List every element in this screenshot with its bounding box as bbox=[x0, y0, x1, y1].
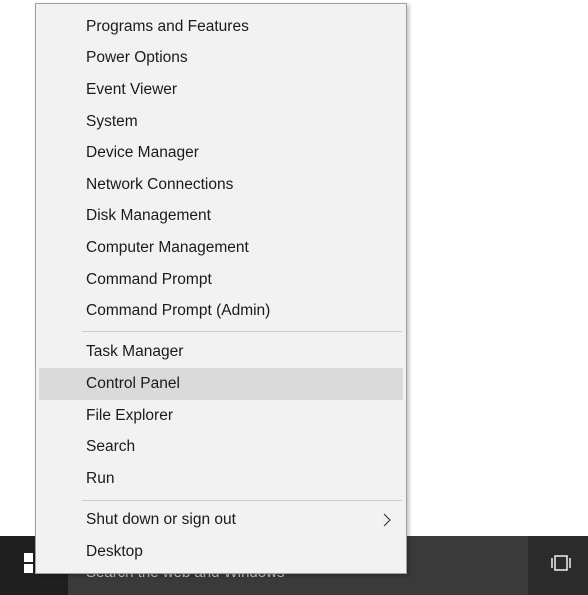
menu-item-label: System bbox=[86, 112, 138, 130]
menu-item-label: Command Prompt (Admin) bbox=[86, 302, 271, 320]
power-user-menu: Programs and Features Power Options Even… bbox=[35, 3, 407, 574]
menu-item-label: Device Manager bbox=[86, 144, 199, 162]
menu-item-shut-down-or-sign-out[interactable]: Shut down or sign out bbox=[39, 505, 403, 537]
menu-separator bbox=[82, 499, 402, 501]
menu-item-label: Search bbox=[86, 438, 136, 456]
menu-item-label: Task Manager bbox=[86, 343, 184, 361]
menu-item-command-prompt[interactable]: Command Prompt bbox=[39, 264, 403, 296]
menu-item-label: Control Panel bbox=[86, 374, 180, 392]
menu-item-task-manager[interactable]: Task Manager bbox=[39, 337, 403, 369]
menu-item-label: Shut down or sign out bbox=[86, 511, 236, 529]
menu-item-device-manager[interactable]: Device Manager bbox=[39, 137, 403, 169]
task-view-button[interactable] bbox=[534, 536, 588, 595]
menu-item-power-options[interactable]: Power Options bbox=[39, 43, 403, 75]
menu-item-disk-management[interactable]: Disk Management bbox=[39, 201, 403, 233]
menu-item-control-panel[interactable]: Control Panel bbox=[39, 368, 403, 400]
menu-item-file-explorer[interactable]: File Explorer bbox=[39, 400, 403, 432]
menu-item-label: Command Prompt bbox=[86, 270, 212, 288]
menu-item-system[interactable]: System bbox=[39, 106, 403, 138]
menu-item-programs-and-features[interactable]: Programs and Features bbox=[39, 11, 403, 43]
menu-item-computer-management[interactable]: Computer Management bbox=[39, 232, 403, 264]
menu-item-label: Run bbox=[86, 469, 115, 487]
menu-item-desktop[interactable]: Desktop bbox=[39, 536, 403, 568]
menu-item-label: Computer Management bbox=[86, 238, 249, 256]
menu-item-label: Programs and Features bbox=[86, 17, 249, 35]
menu-item-label: File Explorer bbox=[86, 406, 173, 424]
menu-item-event-viewer[interactable]: Event Viewer bbox=[39, 74, 403, 106]
menu-item-label: Power Options bbox=[86, 49, 188, 67]
menu-item-label: Network Connections bbox=[86, 175, 234, 193]
chevron-right-icon bbox=[383, 513, 391, 532]
menu-item-label: Disk Management bbox=[86, 207, 211, 225]
menu-separator bbox=[82, 331, 402, 332]
menu-item-search[interactable]: Search bbox=[39, 431, 403, 463]
menu-item-label: Event Viewer bbox=[86, 80, 178, 98]
menu-item-run[interactable]: Run bbox=[39, 463, 403, 495]
menu-item-command-prompt-admin[interactable]: Command Prompt (Admin) bbox=[39, 295, 403, 327]
menu-item-network-connections[interactable]: Network Connections bbox=[39, 169, 403, 201]
menu-item-label: Desktop bbox=[86, 542, 143, 560]
task-view-icon bbox=[550, 554, 572, 577]
